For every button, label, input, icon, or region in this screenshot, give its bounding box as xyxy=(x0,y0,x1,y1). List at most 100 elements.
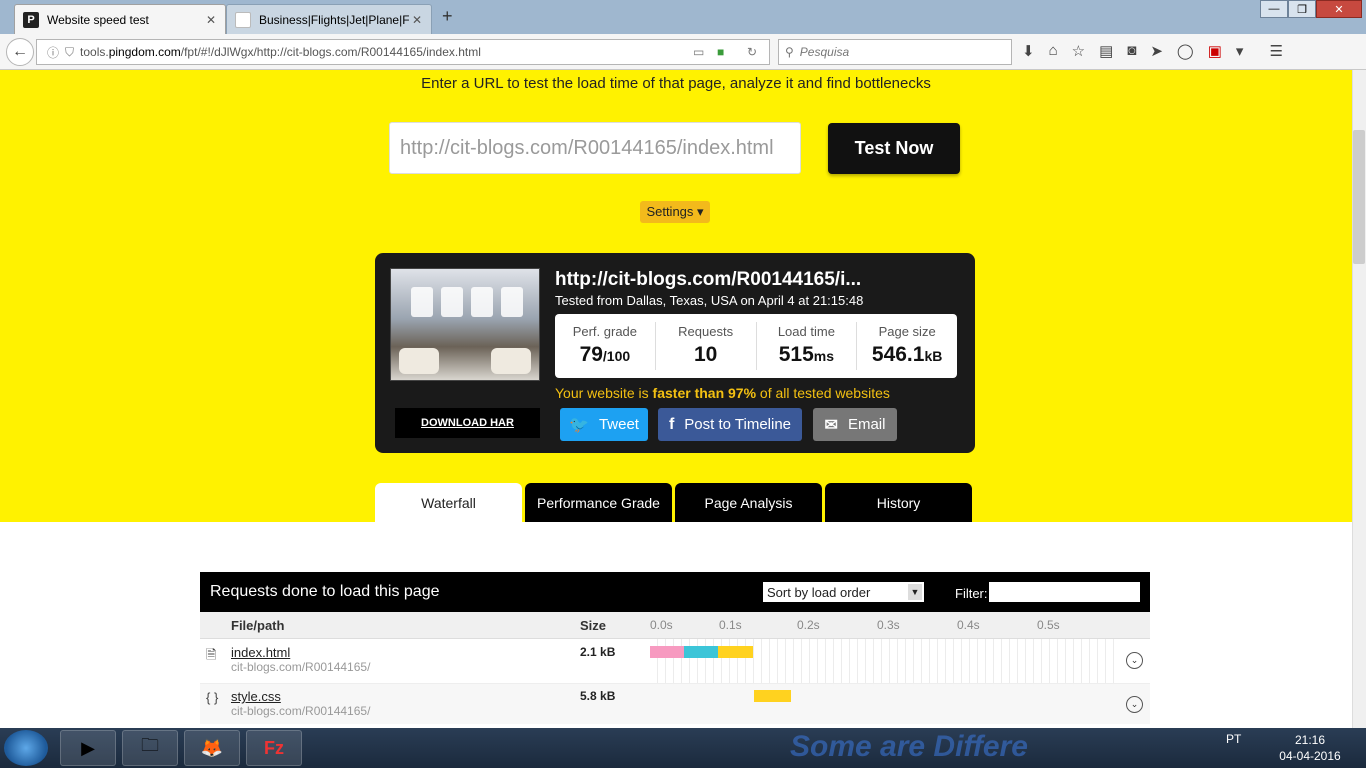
timing-bar-wait xyxy=(717,646,753,658)
stats-box: Perf. grade 79/100 Requests 10 Load time… xyxy=(555,314,957,378)
blank-favicon-icon xyxy=(235,11,251,28)
chat-icon[interactable]: ◯ xyxy=(1177,42,1194,60)
tab-website-speed-test[interactable]: P Website speed test ✕ xyxy=(14,4,226,34)
stat-label: Requests xyxy=(678,324,734,339)
email-label: Email xyxy=(847,416,886,433)
table-row[interactable]: 🗎 index.html cit-blogs.com/R00144165/ 2.… xyxy=(200,640,1150,684)
filezilla-icon[interactable]: Fz xyxy=(246,730,302,766)
timing-bar-wait xyxy=(754,690,791,702)
scrollbar-thumb[interactable] xyxy=(1353,130,1365,264)
expand-row-icon[interactable]: ⌄ xyxy=(1126,696,1143,713)
news-icon[interactable]: ▣ xyxy=(1208,42,1222,60)
search-placeholder: Pesquisa xyxy=(799,45,850,59)
post-to-timeline-button[interactable]: f Post to Timeline xyxy=(658,408,802,441)
tab-page-analysis[interactable]: Page Analysis xyxy=(675,483,822,522)
search-field[interactable]: ⚲ Pesquisa xyxy=(778,39,1012,65)
media-player-icon[interactable]: ▶ xyxy=(60,730,116,766)
filter-label: Filter: xyxy=(955,586,988,601)
filter-input[interactable] xyxy=(989,582,1140,602)
requests-header: Requests done to load this page Sort by … xyxy=(200,572,1150,612)
stat-requests: Requests 10 xyxy=(656,322,757,370)
minimize-icon[interactable]: — xyxy=(1260,0,1288,18)
requests-table: Requests done to load this page Sort by … xyxy=(200,572,1150,724)
tab-label: Business|Flights|Jet|Plane|F... xyxy=(259,12,409,27)
tab-business-flights[interactable]: Business|Flights|Jet|Plane|F... ✕ xyxy=(226,4,432,34)
info-icon[interactable]: ⓘ xyxy=(47,44,59,61)
tab-history[interactable]: History xyxy=(825,483,972,522)
toolbar-icons: ⬇ ⌂ ☆ ▤ ◙ ➤ ◯ ▣ ▾ ☰ xyxy=(1022,42,1283,60)
sort-value: Sort by load order xyxy=(767,584,871,600)
result-url: http://cit-blogs.com/R00144165/i... xyxy=(555,269,862,290)
navigation-bar: ← ⓘ ⛉ tools. pingdom.com/fpt/#!/dJlWgx/ht… xyxy=(0,34,1366,70)
chevron-down-icon: ▼ xyxy=(908,584,922,600)
reload-icon[interactable]: ↻ xyxy=(747,45,757,59)
start-button-icon[interactable] xyxy=(4,730,48,766)
tick-label: 0.4s xyxy=(957,618,980,632)
home-icon[interactable]: ⌂ xyxy=(1049,42,1058,60)
faster-pre: Your website is xyxy=(555,385,653,401)
reader-view-icon[interactable]: ▭ xyxy=(693,45,704,59)
stat-unit: /100 xyxy=(602,348,631,364)
stat-label: Load time xyxy=(777,324,835,339)
css-braces-icon: { } xyxy=(206,690,219,705)
close-tab-icon[interactable]: ✕ xyxy=(409,13,425,27)
html-file-icon: 🗎 xyxy=(206,647,217,662)
file-name-link[interactable]: style.css xyxy=(231,689,281,704)
column-header: File/path Size 0.0s 0.1s 0.2s 0.3s 0.4s … xyxy=(200,612,1150,639)
tweet-button[interactable]: 🐦 Tweet xyxy=(560,408,648,441)
tab-label: Website speed test xyxy=(47,12,149,27)
dropdown-icon[interactable]: ▾ xyxy=(1236,42,1244,60)
addon-icon[interactable]: ■ xyxy=(717,45,724,59)
menu-icon[interactable]: ☰ xyxy=(1269,42,1282,60)
reading-list-icon[interactable]: ▤ xyxy=(1099,42,1113,60)
shield-icon[interactable]: ⛉ xyxy=(65,45,74,60)
email-button[interactable]: ✉ Email xyxy=(813,408,897,441)
system-clock[interactable]: 21:16 04-04-2016 xyxy=(1270,732,1350,764)
result-tabs: Waterfall Performance Grade Page Analysi… xyxy=(375,483,975,523)
expand-row-icon[interactable]: ⌄ xyxy=(1126,652,1143,669)
file-explorer-icon[interactable]: 🗀 xyxy=(122,730,178,766)
clock-date: 04-04-2016 xyxy=(1279,749,1341,763)
stat-page-size: Page size 546.1kB xyxy=(857,322,957,370)
address-bar[interactable]: ⓘ ⛉ tools. pingdom.com/fpt/#!/dJlWgx/http… xyxy=(36,39,770,65)
back-icon[interactable]: ← xyxy=(6,38,34,66)
windows-taskbar: Some are Differe ▶ 🗀 🦊 Fz PT 21:16 04-04… xyxy=(0,728,1366,768)
file-size: 5.8 kB xyxy=(580,689,616,703)
hero-section: Enter a URL to test the load time of tha… xyxy=(0,70,1352,522)
stat-label: Perf. grade xyxy=(572,324,638,339)
settings-button[interactable]: Settings ▾ xyxy=(640,201,710,223)
facebook-icon: f xyxy=(668,415,675,433)
pocket-icon[interactable]: ◙ xyxy=(1127,42,1136,60)
file-path: cit-blogs.com/R00144165/ xyxy=(231,660,371,674)
url-input[interactable]: http://cit-blogs.com/R00144165/index.htm… xyxy=(389,122,801,174)
file-name-link[interactable]: index.html xyxy=(231,645,290,660)
close-tab-icon[interactable]: ✕ xyxy=(203,13,219,27)
bookmark-star-icon[interactable]: ☆ xyxy=(1072,42,1085,60)
tab-waterfall[interactable]: Waterfall xyxy=(375,483,522,522)
download-icon[interactable]: ⬇ xyxy=(1022,42,1035,60)
url-suffix: /fpt/#!/dJlWgx/http://cit-blogs.com/R001… xyxy=(180,45,481,59)
col-file-path: File/path xyxy=(231,618,285,633)
site-thumbnail xyxy=(390,268,540,381)
send-icon[interactable]: ➤ xyxy=(1150,42,1163,60)
new-tab-icon[interactable]: + xyxy=(442,6,453,27)
url-prefix: tools. xyxy=(80,45,109,59)
stat-load-time: Load time 515ms xyxy=(757,322,858,370)
tick-label: 0.1s xyxy=(719,618,742,632)
faster-than-text: Your website is faster than 97% of all t… xyxy=(555,385,890,401)
result-panel: http://cit-blogs.com/R00144165/i... Test… xyxy=(375,253,975,453)
language-indicator[interactable]: PT xyxy=(1226,732,1241,746)
twitter-bird-icon: 🐦 xyxy=(569,416,589,434)
window-controls: — ❐ ✕ xyxy=(1260,0,1362,20)
stat-value: 515 xyxy=(778,343,814,366)
download-har-link[interactable]: DOWNLOAD HAR xyxy=(395,408,540,438)
maximize-icon[interactable]: ❐ xyxy=(1288,0,1316,18)
file-path: cit-blogs.com/R00144165/ xyxy=(231,704,371,718)
tick-label: 0.3s xyxy=(877,618,900,632)
table-row[interactable]: { } style.css cit-blogs.com/R00144165/ 5… xyxy=(200,684,1150,724)
window-close-icon[interactable]: ✕ xyxy=(1316,0,1362,18)
sort-select[interactable]: Sort by load order ▼ xyxy=(763,582,924,602)
firefox-icon[interactable]: 🦊 xyxy=(184,730,240,766)
test-now-button[interactable]: Test Now xyxy=(828,123,960,174)
tab-performance-grade[interactable]: Performance Grade xyxy=(525,483,672,522)
